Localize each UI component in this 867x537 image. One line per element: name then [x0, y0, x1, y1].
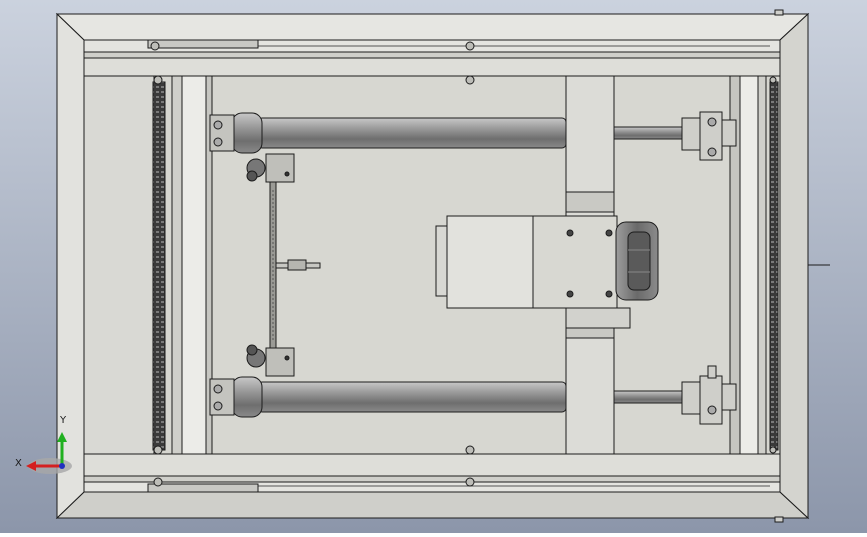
- left-bearing-top[interactable]: [209, 114, 235, 152]
- left-bearing-bottom[interactable]: [209, 378, 235, 416]
- motor[interactable]: [615, 221, 659, 301]
- top-rail[interactable]: [83, 39, 781, 77]
- cad-drawing[interactable]: [0, 0, 867, 533]
- triad-y-label: Y: [60, 415, 67, 426]
- right-side-member[interactable]: [729, 75, 779, 455]
- triad-x-label: X: [15, 458, 22, 469]
- cad-viewport[interactable]: [0, 0, 867, 533]
- left-side-member[interactable]: [83, 75, 213, 455]
- bottom-rail[interactable]: [83, 453, 781, 493]
